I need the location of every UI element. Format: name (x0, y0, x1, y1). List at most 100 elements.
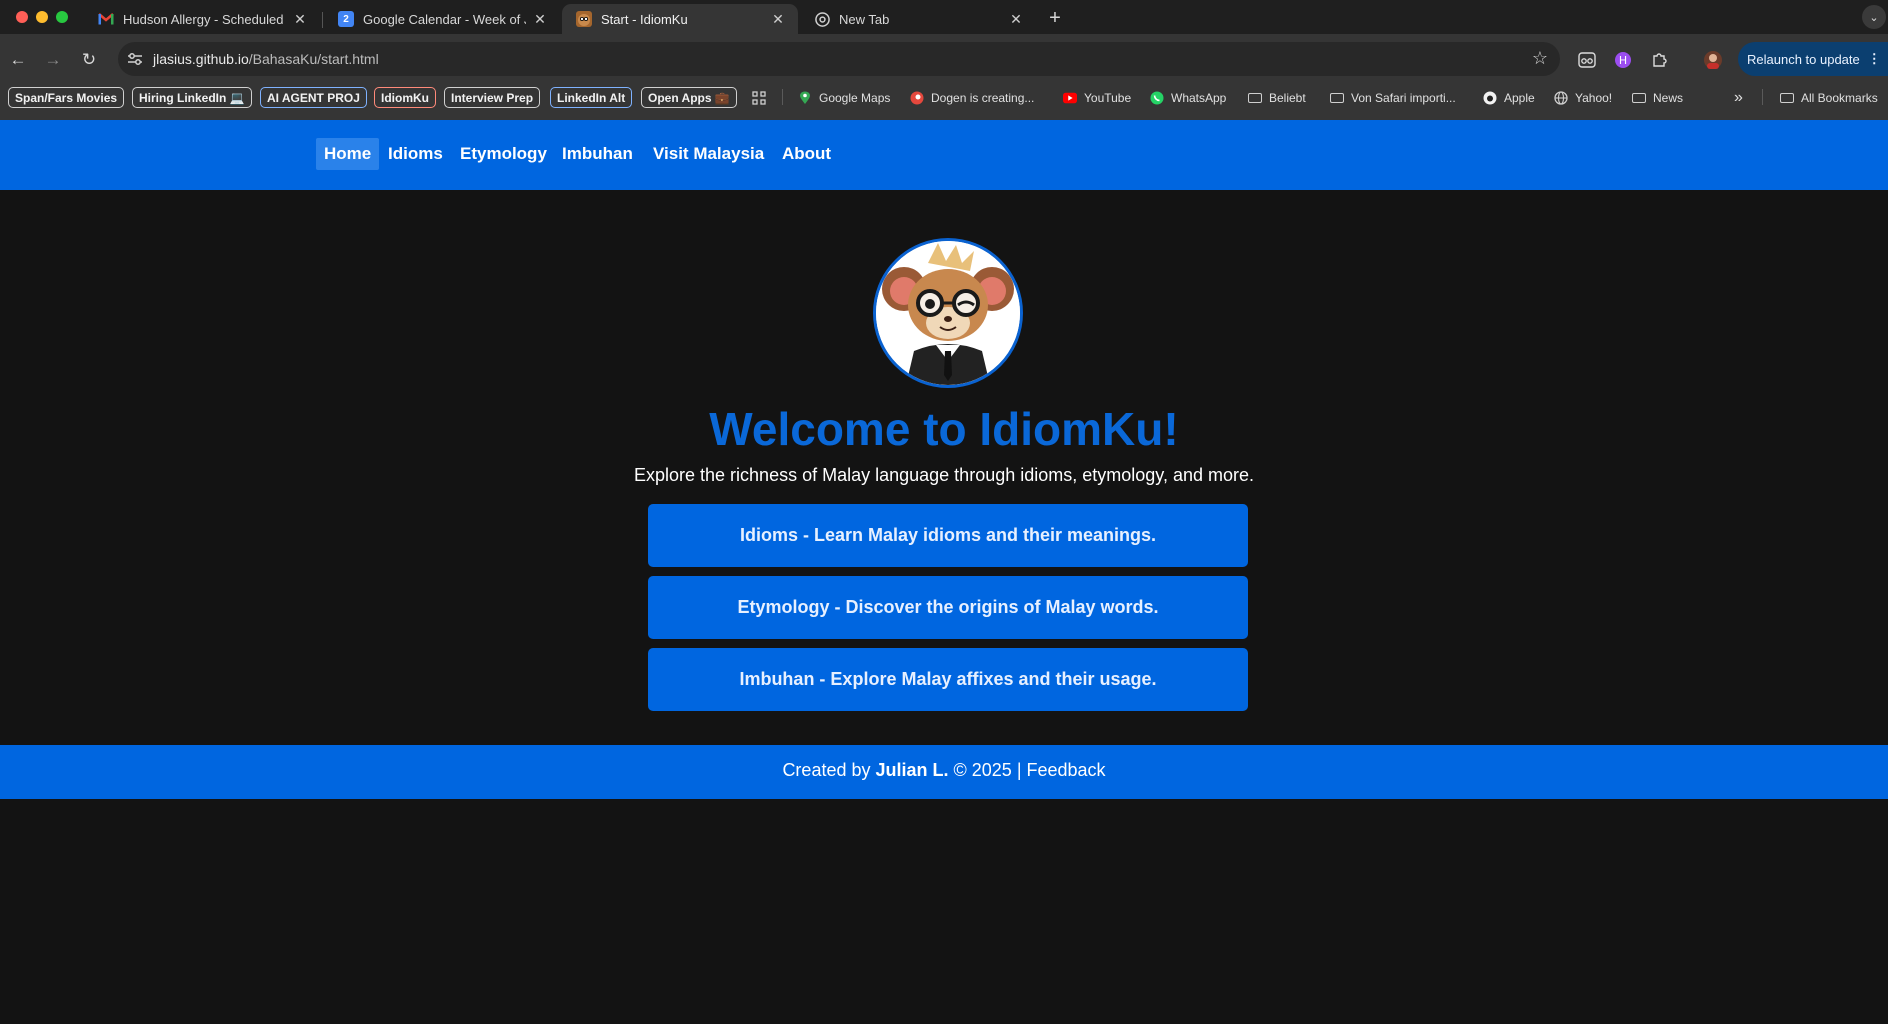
nav-etymology[interactable]: Etymology (452, 138, 555, 170)
idioms-card-button[interactable]: Idioms - Learn Malay idioms and their me… (648, 504, 1248, 567)
apple-icon (1483, 91, 1497, 105)
whatsapp-icon (1150, 91, 1164, 105)
all-bookmarks-label: All Bookmarks (1801, 90, 1878, 105)
bookmark-news[interactable]: News (1632, 87, 1683, 108)
close-tab-icon[interactable]: ✕ (532, 11, 548, 27)
bookmark-interview-prep[interactable]: Interview Prep (444, 87, 541, 108)
tab-strip: Hudson Allergy - Scheduled I ✕ 2 Google … (0, 0, 1888, 34)
nav-idioms[interactable]: Idioms (380, 138, 451, 170)
site-settings-icon[interactable] (126, 50, 144, 68)
relaunch-to-update-button[interactable]: Relaunch to update ⋮ (1738, 42, 1888, 76)
bookmarks-bar: Span/Fars Movies Hiring LinkedIn 💻 AI AGEN… (0, 86, 1888, 120)
bookmark-label: News (1653, 90, 1684, 105)
url-host: jlasius.github.io (153, 51, 249, 67)
extensions-puzzle-icon[interactable] (1646, 47, 1672, 73)
address-bar[interactable]: jlasius.github.io/BahasaKu/start.html ☆ (118, 42, 1560, 76)
folder-icon (1780, 92, 1794, 103)
globe-icon (1554, 90, 1568, 105)
bookmark-label: WhatsApp (1171, 90, 1227, 105)
close-tab-icon[interactable]: ✕ (292, 11, 308, 27)
footer-prefix: Created by (782, 759, 871, 780)
tab-gmail[interactable]: Hudson Allergy - Scheduled I ✕ (84, 4, 320, 34)
relaunch-label: Relaunch to update (1747, 51, 1860, 67)
bookmark-open-apps[interactable]: Open Apps 💼 (641, 87, 737, 108)
calendar-icon: 2 (338, 11, 354, 27)
back-arrow-icon[interactable]: ← (5, 47, 31, 73)
folder-icon (1632, 92, 1646, 103)
bookmark-youtube[interactable]: YouTube (1063, 87, 1131, 108)
zoom-window-button[interactable] (56, 11, 68, 23)
url-text[interactable]: jlasius.github.io/BahasaKu/start.html (153, 51, 379, 67)
folder-icon (1330, 92, 1344, 103)
webpage: Home Idioms Etymology Imbuhan Visit Mala… (0, 120, 1888, 1024)
tab-title: New Tab (839, 11, 890, 27)
bookmark-dogen-is-creating[interactable]: Dogen is creating... (910, 87, 1034, 108)
bookmark-label: Beliebt (1269, 90, 1306, 105)
gmail-icon (98, 11, 114, 27)
footer-author: Julian L. (875, 759, 949, 780)
purple-extension-icon[interactable]: H (1610, 47, 1636, 73)
etymology-card-button[interactable]: Etymology - Discover the origins of Mala… (648, 576, 1248, 639)
bookmark-label: Yahoo! (1575, 90, 1613, 105)
nav-about[interactable]: About (774, 138, 839, 170)
browser-toolbar: ← → ↻ jlasius.github.io/BahasaKu/start.h… (0, 34, 1888, 86)
maps-icon (798, 91, 812, 105)
bookmark-hiring-linkedin[interactable]: Hiring LinkedIn 💻 (132, 87, 252, 108)
tab-title: Google Calendar - Week of Ju (363, 11, 526, 27)
svg-text:H: H (1619, 54, 1627, 67)
bookmark-linkedin-alt[interactable]: LinkedIn Alt (550, 87, 633, 108)
bookmark-yahoo[interactable]: Yahoo! (1554, 87, 1612, 108)
bookmark-span-fars-movies[interactable]: Span/Fars Movies (8, 87, 125, 108)
nav-home[interactable]: Home (316, 138, 380, 170)
tab-google-calendar[interactable]: 2 Google Calendar - Week of Ju ✕ (324, 4, 560, 34)
close-tab-icon[interactable]: ✕ (770, 11, 786, 27)
bookmark-label: Apple (1504, 90, 1535, 105)
bookmark-google-maps[interactable]: Google Maps (798, 87, 890, 108)
tagline: Explore the richness of Malay language t… (634, 465, 1254, 485)
bookmark-von-safari-importi[interactable]: Von Safari importi... (1330, 87, 1456, 108)
bookmark-label: YouTube (1084, 90, 1132, 105)
bookmark-ai-agent-proj[interactable]: AI AGENT PROJ (260, 87, 367, 108)
feedback-link[interactable]: Feedback (1027, 760, 1106, 781)
more-options-icon[interactable]: ⋮ (1868, 51, 1881, 67)
nav-visit-malaysia[interactable]: Visit Malaysia (645, 138, 772, 170)
tab-idiomku[interactable]: Start - IdiomKu ✕ (562, 4, 798, 34)
mascot-avatar (873, 238, 1023, 388)
folder-icon (1248, 92, 1262, 103)
patreon-icon (910, 91, 924, 105)
bookmark-label: Dogen is creating... (931, 90, 1035, 105)
bookmark-label: Von Safari importi... (1351, 90, 1456, 105)
apps-grid-icon[interactable] (752, 87, 766, 108)
all-bookmarks-button[interactable]: All Bookmarks (1780, 87, 1878, 108)
tab-title: Start - IdiomKu (601, 11, 688, 27)
more-bookmarks-chevron-icon[interactable]: » (1734, 87, 1743, 108)
site-footer: Created by Julian L. © 2025 | Feedback (0, 745, 1888, 799)
imbuhan-card-button[interactable]: Imbuhan - Explore Malay affixes and thei… (648, 648, 1248, 711)
close-window-button[interactable] (16, 11, 28, 23)
bookmark-apple[interactable]: Apple (1483, 87, 1535, 108)
welcome-heading: Welcome to IdiomKu! (709, 403, 1179, 455)
bookmark-beliebt[interactable]: Beliebt (1248, 87, 1306, 108)
mouse-mascot-icon (876, 241, 1020, 385)
footer-copyright: © 2025 | (953, 759, 1022, 780)
bookmark-label: Google Maps (819, 90, 891, 105)
bookmark-idiomku[interactable]: IdiomKu (374, 87, 436, 108)
bookmark-star-icon[interactable]: ☆ (1532, 48, 1548, 69)
youtube-icon (1063, 91, 1077, 105)
idiomku-icon (576, 11, 592, 27)
chrome-icon (814, 11, 830, 27)
tab-search-chevron-icon[interactable]: ⌄ (1862, 5, 1886, 29)
tab-new-tab[interactable]: New Tab ✕ (800, 4, 1036, 34)
reload-icon[interactable]: ↻ (76, 47, 102, 73)
new-tab-button[interactable]: + (1043, 6, 1067, 30)
bookmark-whatsapp[interactable]: WhatsApp (1150, 87, 1226, 108)
incognito-extension-icon[interactable] (1574, 47, 1600, 73)
tab-title: Hudson Allergy - Scheduled I (123, 11, 286, 27)
profile-avatar-icon[interactable] (1700, 47, 1726, 73)
url-path: /BahasaKu/start.html (248, 51, 379, 67)
forward-arrow-icon[interactable]: → (40, 47, 66, 73)
site-navbar: Home Idioms Etymology Imbuhan Visit Mala… (0, 120, 1888, 190)
close-tab-icon[interactable]: ✕ (1008, 11, 1024, 27)
minimize-window-button[interactable] (36, 11, 48, 23)
nav-imbuhan[interactable]: Imbuhan (554, 138, 641, 170)
